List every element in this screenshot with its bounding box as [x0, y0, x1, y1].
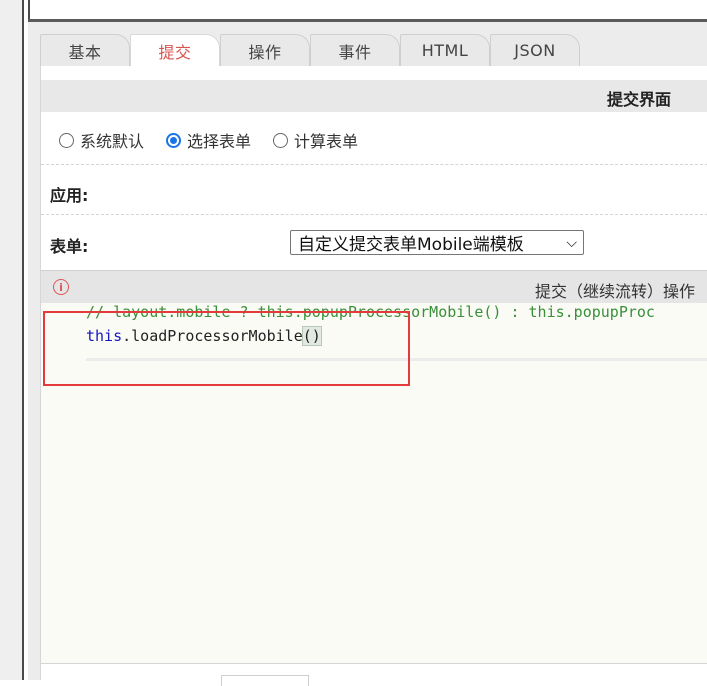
code-panel-header: i 提交（继续流转）操作 [41, 270, 707, 304]
radio-computed-form[interactable]: 计算表单 [273, 128, 358, 152]
top-area [36, 0, 707, 18]
radio-label: 选择表单 [187, 132, 252, 151]
info-icon[interactable]: i [53, 279, 69, 295]
divider [41, 663, 707, 664]
tab-submit[interactable]: 提交 [130, 34, 220, 67]
divider [41, 164, 707, 165]
radio-system-default[interactable]: 系统默认 [59, 128, 144, 152]
tab-basic[interactable]: 基本 [40, 34, 130, 66]
radio-label: 计算表单 [294, 132, 359, 151]
radio-select-form[interactable]: 选择表单 [166, 128, 251, 152]
highlight-annotation-box [43, 311, 410, 386]
bottom-control [221, 675, 309, 686]
radio-button[interactable] [273, 132, 288, 148]
tab-html[interactable]: HTML [400, 34, 490, 66]
tab-json[interactable]: JSON [490, 34, 580, 66]
tab-events[interactable]: 事件 [310, 34, 400, 66]
form-select-value: 自定义提交表单Mobile端模板 [298, 235, 524, 255]
form-select[interactable]: 自定义提交表单Mobile端模板 ⌵ [290, 230, 584, 255]
tab-operation[interactable]: 操作 [220, 34, 310, 66]
apply-label: 应用: [50, 186, 89, 205]
left-gutter [0, 0, 24, 680]
code-panel-title: 提交（继续流转）操作 [535, 282, 696, 301]
radio-label: 系统默认 [80, 132, 145, 151]
divider [41, 214, 707, 215]
section-title: 提交界面 [607, 90, 672, 109]
section-header: 提交界面 [41, 80, 707, 112]
radio-button-checked[interactable] [166, 132, 181, 148]
left-divider [22, 0, 24, 680]
form-label: 表单: [50, 237, 89, 256]
chevron-down-icon: ⌵ [566, 235, 577, 251]
radio-button[interactable] [59, 132, 74, 148]
